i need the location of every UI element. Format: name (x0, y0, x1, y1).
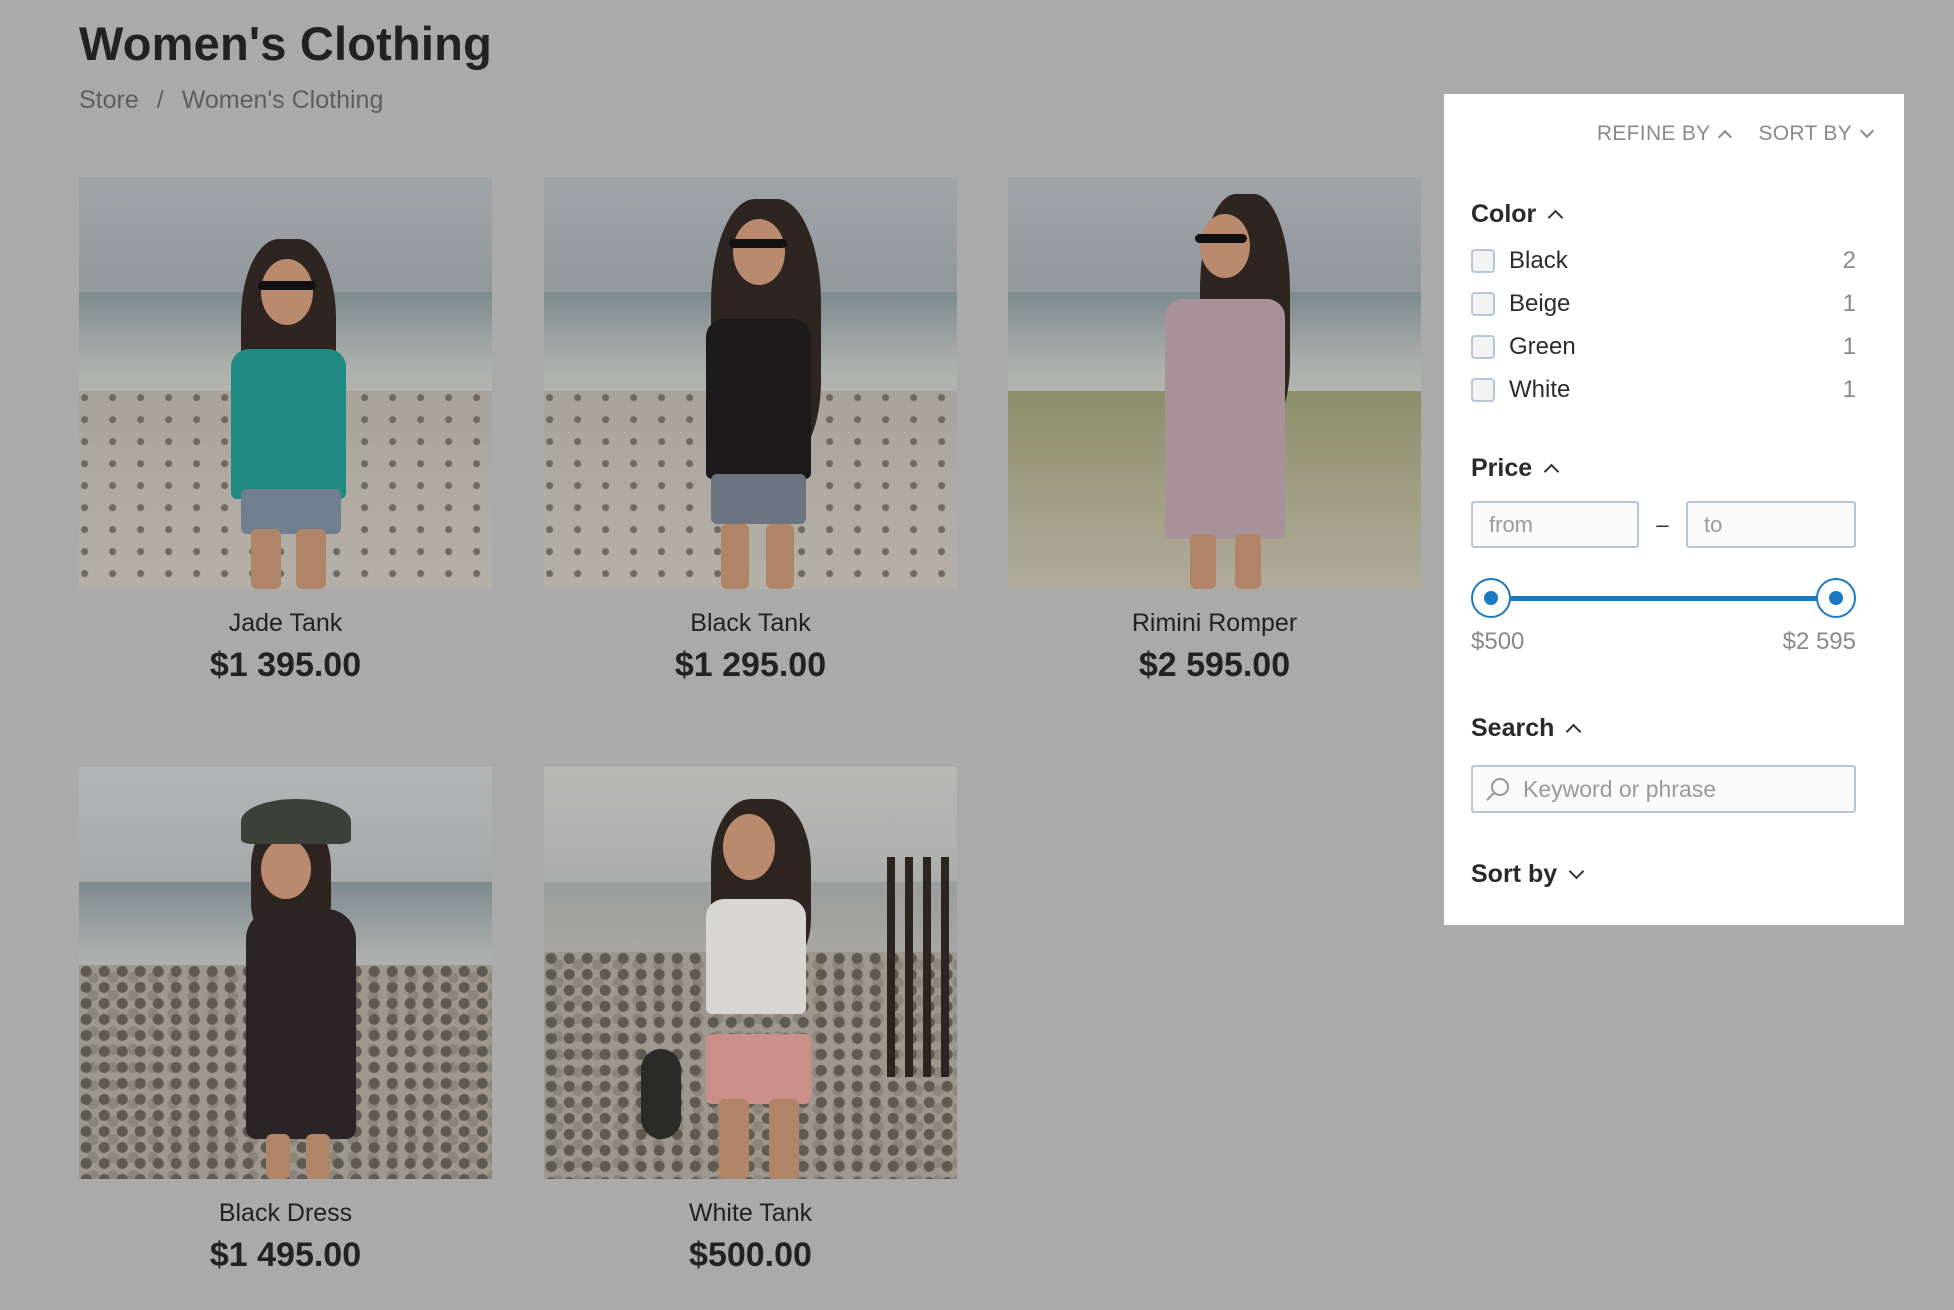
product-name[interactable]: White Tank (544, 1199, 957, 1228)
search-icon (1486, 778, 1509, 801)
color-option-green[interactable]: Green 1 (1471, 325, 1856, 368)
slider-labels: $500 $2 595 (1471, 628, 1856, 656)
slider-handle-min[interactable] (1471, 578, 1511, 618)
color-option-count: 1 (1842, 289, 1856, 317)
product-image[interactable] (544, 767, 957, 1179)
checkbox[interactable] (1471, 291, 1495, 316)
fence (887, 857, 957, 1077)
product-card[interactable]: Black Tank $1 295.00 (544, 177, 957, 685)
chevron-up-icon (1543, 463, 1560, 480)
breadcrumb-current: Women's Clothing (181, 86, 384, 114)
search-filter-section: Search (1471, 714, 1856, 813)
price-range-slider[interactable] (1471, 578, 1856, 618)
slider-min-label: $500 (1471, 628, 1525, 655)
product-price: $1 495.00 (209, 1236, 362, 1274)
breadcrumb-separator: / (156, 86, 164, 114)
color-section-header[interactable]: Color (1471, 200, 1856, 229)
product-image[interactable] (79, 767, 492, 1179)
color-option-count: 1 (1842, 332, 1856, 360)
chevron-up-icon (1548, 209, 1564, 226)
price-separator: – (1656, 511, 1669, 537)
color-option-label: Black (1509, 246, 1568, 274)
checkbox[interactable] (1471, 248, 1495, 273)
color-section-title: Color (1471, 200, 1537, 228)
color-option-black[interactable]: Black 2 (1471, 239, 1856, 282)
product-name[interactable]: Rimini Romper (1008, 609, 1421, 638)
color-options: Black 2 Beige 1 Green 1 White 1 (1471, 239, 1856, 411)
color-option-count: 1 (1842, 375, 1856, 403)
search-input[interactable] (1523, 775, 1843, 803)
sort-by-toggle[interactable]: SORT BY (1758, 122, 1875, 146)
slider-handle-max[interactable] (1816, 578, 1856, 618)
refine-by-label: REFINE BY (1596, 122, 1711, 145)
product-price: $2 595.00 (1138, 646, 1291, 684)
price-from-input[interactable]: from (1471, 501, 1639, 548)
product-card[interactable]: Jade Tank $1 395.00 (79, 177, 492, 685)
product-name[interactable]: Black Dress (79, 1199, 492, 1228)
sort-by-label: SORT BY (1758, 122, 1852, 145)
color-option-beige[interactable]: Beige 1 (1471, 282, 1856, 325)
price-section-header[interactable]: Price (1471, 454, 1856, 483)
checkbox[interactable] (1471, 377, 1495, 402)
color-option-label: Green (1509, 332, 1576, 360)
product-card[interactable]: Black Dress $1 495.00 (79, 767, 492, 1275)
color-option-label: Beige (1509, 289, 1571, 317)
sort-section-header[interactable]: Sort by (1471, 860, 1856, 889)
price-filter-section: Price from – to $500 $2 595 (1471, 454, 1856, 656)
product-image[interactable] (544, 177, 957, 589)
sort-section: Sort by (1471, 860, 1856, 889)
price-section-title: Price (1471, 454, 1533, 482)
checkbox[interactable] (1471, 334, 1495, 359)
panel-toolbar: REFINE BY SORT BY (1596, 122, 1875, 146)
search-section-header[interactable]: Search (1471, 714, 1856, 743)
chevron-down-icon (1859, 123, 1875, 139)
sort-section-title: Sort by (1471, 860, 1558, 888)
slider-track-fill (1491, 596, 1836, 601)
product-name[interactable]: Black Tank (544, 609, 957, 638)
color-option-label: White (1509, 375, 1571, 403)
color-filter-section: Color Black 2 Beige 1 Green 1 White 1 (1471, 200, 1856, 411)
breadcrumb: Store / Women's Clothing (79, 86, 383, 115)
product-price: $1 395.00 (209, 646, 362, 684)
breadcrumb-store-link[interactable]: Store (79, 86, 139, 115)
product-name[interactable]: Jade Tank (79, 609, 492, 638)
product-image[interactable] (1008, 177, 1421, 589)
filter-panel: REFINE BY SORT BY Color Black 2 Beige 1 (1444, 94, 1904, 925)
chevron-up-icon (1566, 723, 1582, 740)
skateboard (640, 1049, 681, 1139)
product-price: $1 295.00 (674, 646, 827, 684)
product-top-swatch (230, 349, 346, 499)
color-option-count: 2 (1842, 246, 1856, 274)
hat (240, 799, 351, 844)
refine-by-toggle[interactable]: REFINE BY (1596, 122, 1733, 146)
color-option-white[interactable]: White 1 (1471, 368, 1856, 411)
chevron-down-icon (1568, 863, 1585, 880)
price-to-input[interactable]: to (1686, 501, 1856, 548)
product-card[interactable]: White Tank $500.00 (544, 767, 957, 1275)
price-range-inputs: from – to (1471, 501, 1856, 548)
product-price: $500.00 (689, 1236, 812, 1274)
slider-max-label: $2 595 (1782, 628, 1856, 655)
product-card[interactable]: Rimini Romper $2 595.00 (1008, 177, 1421, 685)
search-field[interactable] (1471, 765, 1856, 813)
chevron-up-icon (1718, 129, 1733, 145)
page-title: Women's Clothing (79, 17, 492, 70)
product-image[interactable] (79, 177, 492, 589)
search-section-title: Search (1471, 714, 1555, 742)
